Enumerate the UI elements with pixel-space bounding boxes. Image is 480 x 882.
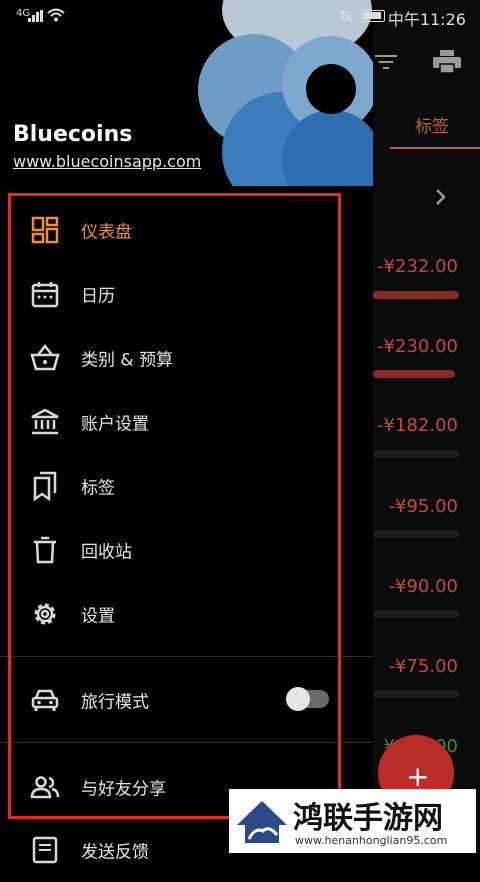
tab-indicator <box>390 147 480 149</box>
menu-label-feedback: 发送反馈 <box>81 842 149 863</box>
watermark-url: www.henanhonglian95.com <box>295 834 448 847</box>
progress-bar-3 <box>373 450 459 458</box>
progress-bar-1 <box>373 291 459 299</box>
nav-drawer: Bluecoins www.bluecoinsapp.com 仪表盘 日历 类别… <box>0 0 373 864</box>
amount-5: -¥90.00 <box>388 576 458 597</box>
progress-bar-6 <box>373 690 459 698</box>
progress-bar-5 <box>373 610 459 618</box>
watermark: 鸿联手游网 www.henanhonglian95.com <box>229 789 476 853</box>
feedback-icon <box>32 836 58 864</box>
signal-icon <box>28 10 44 22</box>
watermark-title: 鸿联手游网 <box>293 801 443 836</box>
progress-bar-4 <box>373 530 459 538</box>
status-bar: 4G 中午11:26 <box>0 0 480 32</box>
header-bubble <box>306 64 356 114</box>
highlight-frame <box>8 193 341 819</box>
wifi-icon <box>47 8 65 22</box>
amount-2: -¥230.00 <box>377 336 458 357</box>
filter-icon[interactable] <box>375 52 397 72</box>
progress-bar-2 <box>373 370 455 378</box>
battery-icon <box>361 10 385 22</box>
chevron-right-icon[interactable] <box>435 188 447 206</box>
app-title: Bluecoins <box>13 122 133 147</box>
status-time: 中午11:26 <box>387 10 466 29</box>
tab-labels[interactable]: 标签 <box>415 112 449 137</box>
amount-3: -¥182.00 <box>377 415 458 436</box>
amount-6: -¥75.00 <box>388 656 458 677</box>
mute-icon <box>339 9 353 23</box>
amount-1: -¥232.00 <box>377 256 458 277</box>
amount-4: -¥95.00 <box>388 496 458 517</box>
app-website-link[interactable]: www.bluecoinsapp.com <box>13 152 201 171</box>
print-icon[interactable] <box>433 50 461 74</box>
watermark-logo <box>237 801 287 843</box>
